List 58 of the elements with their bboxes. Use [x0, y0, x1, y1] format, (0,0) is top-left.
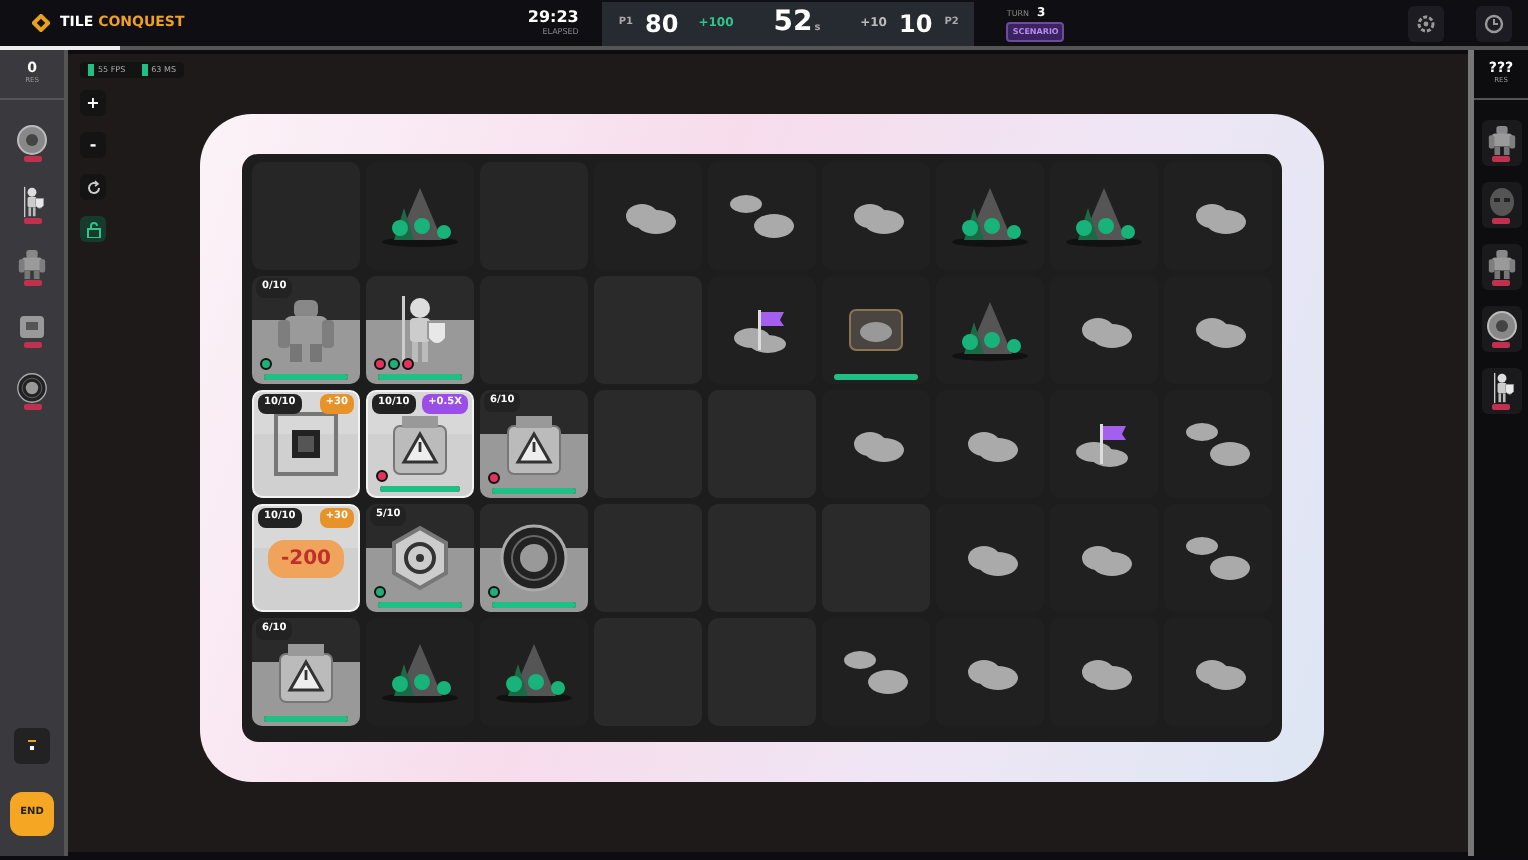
zoom-out-button[interactable]: - [80, 132, 106, 158]
clock-icon [1484, 13, 1504, 33]
cost-tag [23, 156, 41, 163]
cost-tag [23, 342, 41, 349]
mountain-trees-icon [380, 640, 460, 704]
map-tile[interactable] [366, 276, 474, 384]
map-tile[interactable] [480, 504, 588, 612]
mountain-trees-icon [1064, 184, 1144, 248]
clouds-icon [728, 190, 796, 242]
unit-card[interactable] [1481, 306, 1521, 353]
penalty-banner: -200 [268, 539, 344, 577]
cost-tag [23, 218, 41, 225]
clouds-icon [1184, 532, 1252, 584]
clouds-icon [842, 646, 910, 698]
unit-card[interactable] [12, 368, 52, 415]
settings-button[interactable] [1408, 5, 1444, 41]
cost-tag [1492, 280, 1510, 287]
disk-icon [16, 372, 48, 405]
cost-tag [1492, 218, 1510, 225]
chip-frame-icon [270, 408, 342, 480]
settings-icon [1416, 13, 1436, 33]
mountain-trees-icon [950, 298, 1030, 362]
cost-tag [1492, 404, 1510, 411]
reset-button[interactable] [80, 174, 106, 200]
lock-icon [85, 221, 101, 237]
logo-icon [32, 14, 50, 32]
player-score: 10 [899, 7, 933, 41]
lock-button[interactable] [80, 216, 106, 242]
mask-icon [1485, 186, 1517, 219]
biohazard-hexagon-icon [386, 524, 454, 592]
stone-golem-icon [16, 248, 48, 281]
crate-icon [846, 306, 906, 354]
unit-card[interactable] [1481, 368, 1521, 415]
gear-icon [16, 124, 48, 157]
gear-icon [1485, 310, 1517, 343]
mountain-trees-icon [380, 184, 460, 248]
unit-card[interactable] [1481, 120, 1521, 167]
cost-tag [1492, 156, 1510, 163]
stone-golem-icon [274, 296, 338, 364]
mountain-trees-icon [494, 640, 574, 704]
unit-card[interactable] [1481, 244, 1521, 291]
collapse-button[interactable] [14, 728, 50, 764]
disk-icon [498, 522, 570, 594]
clouds-icon [1184, 418, 1252, 470]
stone-golem-icon [1485, 124, 1517, 157]
stone-golem-icon [1485, 248, 1517, 281]
mountain-trees-icon [950, 184, 1030, 248]
cost-tag [23, 404, 41, 411]
zoom-in-button[interactable]: + [80, 90, 106, 116]
countdown: 52 [773, 4, 813, 42]
cost-tag [1492, 342, 1510, 349]
cost-tag [23, 280, 41, 287]
history-button[interactable] [1476, 5, 1512, 41]
elapsed-time: 29:23 [527, 9, 579, 26]
robot-icon [16, 310, 48, 343]
player-score: 80 [645, 7, 679, 41]
reset-icon [85, 179, 101, 195]
unit-card[interactable] [12, 120, 52, 167]
